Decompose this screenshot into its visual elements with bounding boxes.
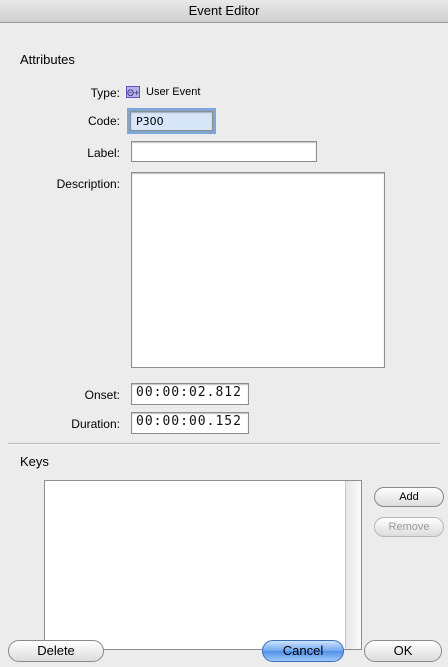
code-field[interactable]: P300 (127, 108, 216, 134)
duration-timecode-field[interactable]: 00:00:00.152 (131, 412, 249, 434)
cancel-button[interactable]: Cancel (262, 640, 344, 662)
label-field[interactable] (131, 141, 317, 162)
add-key-button[interactable]: Add (374, 487, 444, 507)
description-label: Description: (56, 177, 120, 191)
keys-list[interactable] (44, 480, 362, 650)
delete-button[interactable]: Delete (8, 640, 104, 662)
user-event-icon: Θ+ (126, 86, 140, 98)
type-label: Type: (90, 86, 120, 100)
duration-label: Duration: (71, 417, 120, 431)
remove-key-button[interactable]: Remove (374, 517, 444, 537)
type-value: User Event (146, 86, 201, 98)
attributes-section-title: Attributes (20, 52, 75, 67)
code-label: Code: (87, 114, 120, 128)
description-textarea[interactable] (131, 172, 385, 368)
window-title: Event Editor (0, 0, 448, 23)
event-editor-window: Event Editor Attributes Type: Θ+ User Ev… (0, 0, 448, 667)
keys-list-scrollbar[interactable] (345, 481, 361, 649)
ok-button[interactable]: OK (364, 640, 442, 662)
label-label: Label: (87, 146, 120, 160)
section-divider (8, 443, 440, 445)
onset-timecode-field[interactable]: 00:00:02.812 (131, 383, 249, 405)
keys-section-title: Keys (20, 454, 49, 469)
type-value-row: Θ+ User Event (126, 86, 200, 98)
onset-label: Onset: (84, 388, 120, 402)
